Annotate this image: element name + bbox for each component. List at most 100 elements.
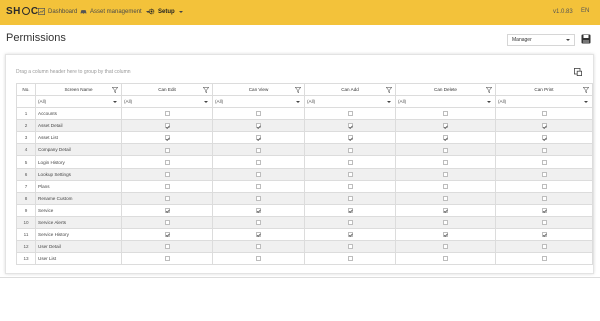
app-logo[interactable]: SH C — [6, 6, 39, 17]
permission-checkbox-view[interactable] — [256, 195, 261, 201]
permission-checkbox-edit[interactable] — [164, 159, 170, 165]
permission-checkbox-add[interactable] — [347, 135, 353, 141]
permission-checkbox-view[interactable] — [256, 256, 261, 262]
permission-checkbox-view[interactable] — [256, 244, 261, 250]
permission-checkbox-del[interactable] — [443, 171, 448, 177]
permission-checkbox-edit[interactable] — [164, 244, 170, 250]
table-row[interactable]: 2 Asset Detail — [16, 119, 593, 133]
table-row[interactable]: 5 Login History — [16, 155, 593, 169]
permission-checkbox-add[interactable] — [347, 183, 353, 189]
table-row[interactable]: 12 User Detail — [16, 240, 593, 254]
table-row[interactable]: 6 Lookup Settings — [16, 167, 593, 181]
table-row[interactable]: 11 Service History — [16, 228, 593, 242]
permission-checkbox-del[interactable] — [443, 244, 448, 250]
filter-select-can-print[interactable]: (All) — [495, 94, 593, 109]
column-header-can-edit[interactable]: Can Edit — [121, 83, 213, 96]
filter-icon[interactable] — [295, 87, 301, 93]
table-row[interactable]: 3 Asset List — [16, 131, 593, 145]
permission-checkbox-view[interactable] — [256, 135, 261, 141]
permission-checkbox-del[interactable] — [443, 220, 448, 226]
permission-checkbox-view[interactable] — [256, 208, 261, 214]
column-header-no[interactable]: No. — [16, 83, 36, 96]
permission-checkbox-view[interactable] — [256, 111, 261, 117]
save-icon[interactable] — [581, 34, 591, 44]
permission-checkbox-del[interactable] — [443, 135, 448, 141]
permission-checkbox-print[interactable] — [541, 195, 547, 201]
filter-icon[interactable] — [486, 87, 492, 93]
permission-checkbox-edit[interactable] — [164, 195, 170, 201]
permission-checkbox-add[interactable] — [347, 244, 353, 250]
permission-checkbox-view[interactable] — [256, 147, 261, 153]
permission-checkbox-edit[interactable] — [164, 220, 170, 226]
permission-checkbox-edit[interactable] — [164, 183, 170, 189]
permission-checkbox-view[interactable] — [256, 159, 261, 165]
permission-checkbox-print[interactable] — [541, 159, 547, 165]
permission-checkbox-print[interactable] — [541, 244, 547, 250]
permission-checkbox-edit[interactable] — [164, 135, 170, 141]
permission-checkbox-print[interactable] — [541, 123, 547, 129]
permission-checkbox-edit[interactable] — [164, 232, 170, 238]
table-row[interactable]: 13 User List — [16, 252, 593, 266]
filter-icon[interactable] — [583, 87, 589, 93]
column-header-can-view[interactable]: Can View — [212, 83, 305, 96]
permission-checkbox-view[interactable] — [256, 232, 261, 238]
permission-checkbox-edit[interactable] — [164, 256, 170, 262]
column-header-screen-name[interactable]: Screen Name — [35, 83, 122, 96]
permission-checkbox-print[interactable] — [541, 111, 547, 117]
permission-checkbox-print[interactable] — [541, 135, 547, 141]
permission-checkbox-add[interactable] — [347, 220, 353, 226]
table-row[interactable]: 9 Service — [16, 203, 593, 217]
nav-dashboard[interactable]: Dashboard — [38, 8, 77, 15]
filter-select-can-add[interactable]: (All) — [304, 94, 396, 109]
permission-checkbox-edit[interactable] — [164, 147, 170, 153]
nav-asset-management[interactable]: Asset management — [80, 8, 150, 15]
column-header-can-delete[interactable]: Can Delete — [395, 83, 496, 96]
permission-checkbox-print[interactable] — [541, 183, 547, 189]
permission-checkbox-del[interactable] — [443, 147, 448, 153]
permission-checkbox-add[interactable] — [347, 256, 353, 262]
permission-checkbox-add[interactable] — [347, 195, 353, 201]
permission-checkbox-del[interactable] — [443, 159, 448, 165]
permission-checkbox-view[interactable] — [256, 171, 261, 177]
permission-checkbox-del[interactable] — [443, 256, 448, 262]
permission-checkbox-print[interactable] — [541, 256, 547, 262]
permission-checkbox-del[interactable] — [443, 208, 448, 214]
table-row[interactable]: 4 Company Detail — [16, 143, 593, 157]
group-panel-hint[interactable]: Drag a column header here to group by th… — [16, 69, 131, 75]
permission-checkbox-add[interactable] — [347, 208, 353, 214]
permission-checkbox-del[interactable] — [443, 111, 448, 117]
permission-checkbox-print[interactable] — [541, 171, 547, 177]
filter-icon[interactable] — [112, 87, 118, 93]
permission-checkbox-add[interactable] — [347, 147, 353, 153]
permission-checkbox-print[interactable] — [541, 232, 547, 238]
permission-checkbox-add[interactable] — [347, 159, 353, 165]
permission-checkbox-print[interactable] — [541, 220, 547, 226]
permission-checkbox-add[interactable] — [347, 123, 353, 129]
permission-checkbox-view[interactable] — [256, 220, 261, 226]
column-chooser-icon[interactable] — [574, 68, 582, 76]
column-header-can-add[interactable]: Can Add — [304, 83, 396, 96]
filter-icon[interactable] — [203, 87, 209, 93]
filter-select-can-edit[interactable]: (All) — [121, 94, 213, 109]
filter-select-screen-name[interactable]: (All) — [35, 94, 122, 109]
table-row[interactable]: 1 Accounts — [16, 107, 593, 121]
filter-icon[interactable] — [386, 87, 392, 93]
column-header-can-print[interactable]: Can Print — [495, 83, 593, 96]
table-row[interactable]: 10 Service Alerts — [16, 215, 593, 230]
permission-checkbox-view[interactable] — [256, 123, 261, 129]
filter-select-can-delete[interactable]: (All) — [395, 94, 496, 109]
permission-checkbox-del[interactable] — [443, 232, 448, 238]
permission-checkbox-print[interactable] — [541, 147, 547, 153]
permission-checkbox-edit[interactable] — [164, 208, 170, 214]
table-row[interactable]: 8 Rename Custom — [16, 191, 593, 205]
table-row[interactable]: 7 Plans — [16, 179, 593, 193]
language-selector[interactable]: EN — [581, 8, 589, 14]
role-select[interactable]: Manager — [507, 34, 575, 46]
permission-checkbox-add[interactable] — [347, 171, 353, 177]
permission-checkbox-del[interactable] — [443, 183, 448, 189]
permission-checkbox-add[interactable] — [347, 111, 353, 117]
permission-checkbox-edit[interactable] — [164, 123, 170, 129]
permission-checkbox-edit[interactable] — [164, 111, 170, 117]
filter-select-can-view[interactable]: (All) — [212, 94, 305, 109]
permission-checkbox-del[interactable] — [443, 195, 448, 201]
